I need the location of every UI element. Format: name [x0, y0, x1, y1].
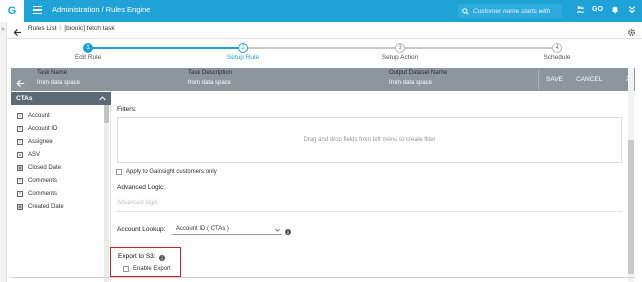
field-label: Assignee	[28, 139, 53, 145]
search-placeholder: Customer name starts with	[473, 7, 551, 15]
dropzone-text: Drag and drop fields from left menu to c…	[303, 137, 436, 143]
step-1-dot[interactable]: 1	[83, 43, 93, 53]
field-label: Comments	[28, 178, 58, 184]
field-panel-header[interactable]: CTAs	[11, 92, 111, 105]
task-header-divider	[538, 70, 539, 90]
field-panel	[11, 92, 111, 282]
app-root: G Administration / Rules Engine Customer…	[0, 0, 642, 282]
step-4-label[interactable]: Schedule	[543, 54, 570, 61]
field-label: Account ID	[28, 126, 58, 132]
field-panel-title: CTAs	[16, 95, 33, 102]
gainsight-logo[interactable]: G	[0, 0, 24, 22]
step-2-label[interactable]: Setup Rule	[227, 54, 259, 61]
stepper-line-done	[88, 47, 243, 49]
highlight-box	[110, 247, 181, 277]
task-header-bar	[11, 68, 635, 91]
task-description-header: Task Description	[188, 70, 233, 76]
field-panel-scroll-thumb[interactable]	[104, 105, 109, 123]
apply-gainsight-label: Apply to Gainsight customers only	[126, 169, 217, 175]
field-item[interactable]: T Account	[17, 113, 50, 119]
field-item[interactable]: # ASV	[17, 152, 40, 158]
advanced-logic-input[interactable]: Advanced logic	[117, 200, 158, 206]
number-field-icon: #	[17, 152, 23, 158]
task-name-value[interactable]: from data space	[37, 80, 80, 86]
field-item[interactable]: T Comments	[17, 178, 57, 184]
calendar-icon: ▦	[17, 204, 23, 210]
account-lookup-value: Account ID ( CTAs )	[176, 226, 229, 232]
step-2-dot[interactable]: 2	[238, 43, 248, 53]
task-back-arrow-icon[interactable]	[16, 75, 25, 93]
breadcrumb: Rules List / [bionic] fetch task	[28, 25, 115, 32]
cancel-button[interactable]: CANCEL	[576, 76, 602, 83]
expand-chevron-icon[interactable]: »	[1, 26, 5, 33]
task-name-header: Task Name	[37, 70, 68, 76]
apply-gainsight-checkbox[interactable]	[116, 169, 122, 175]
chevron-up-icon[interactable]	[99, 96, 106, 101]
advanced-logic-underline	[117, 211, 622, 212]
text-field-icon: T	[17, 113, 23, 119]
text-field-icon: T	[17, 191, 23, 197]
field-label: Created Date	[28, 204, 64, 210]
task-description-value[interactable]: from data space	[188, 80, 231, 86]
field-label: Closed Date	[28, 165, 62, 171]
advanced-logic-label: Advanced Logic:	[117, 184, 166, 191]
field-label: Account	[28, 113, 50, 119]
step-1-label[interactable]: Edit Rule	[75, 54, 101, 61]
field-item[interactable]: T Comments	[17, 191, 57, 197]
step-3-dot[interactable]: 3	[395, 43, 405, 53]
double-chevron-down-icon[interactable]	[628, 5, 636, 16]
save-button[interactable]: SAVE	[546, 76, 563, 83]
step-4-dot[interactable]: 4	[552, 43, 562, 53]
text-field-icon: T	[17, 178, 23, 184]
output-dataset-header: Output Dataset Name	[389, 70, 448, 76]
field-panel-scrollbar[interactable]	[104, 105, 109, 282]
go-button[interactable]: GO	[592, 6, 603, 13]
hamburger-menu-icon[interactable]	[33, 6, 42, 15]
account-lookup-select[interactable]: Account ID ( CTAs )	[172, 224, 282, 235]
customer-search-input[interactable]: Customer name starts with	[458, 4, 562, 18]
breadcrumb-separator: /	[59, 25, 62, 32]
step-3-label[interactable]: Setup Action	[382, 54, 419, 61]
bottom-divider	[11, 277, 635, 278]
search-icon	[462, 7, 469, 15]
people-icon[interactable]	[576, 5, 585, 16]
field-item[interactable]: ▦ Closed Date	[17, 165, 61, 171]
filters-label: Filters:	[117, 106, 137, 113]
field-item[interactable]: T Account ID	[17, 126, 57, 132]
field-label: ASV	[28, 152, 41, 158]
bell-icon[interactable]	[611, 5, 619, 16]
left-collapse-strip[interactable]	[0, 22, 7, 282]
main-scroll-thumb[interactable]	[628, 140, 634, 274]
chevron-down-icon	[275, 228, 280, 232]
account-lookup-label: Account Lookup:	[117, 226, 166, 233]
filter-dropzone[interactable]: Drag and drop fields from left menu to c…	[117, 117, 622, 163]
field-label: Comments	[28, 191, 58, 197]
output-dataset-value[interactable]: from data space	[389, 80, 432, 86]
breadcrumb-current: [bionic] fetch task	[64, 25, 115, 32]
back-arrow-icon[interactable]	[13, 24, 22, 42]
account-lookup-info-icon[interactable]: i	[285, 229, 291, 235]
gear-icon[interactable]	[627, 24, 636, 42]
text-field-icon: T	[17, 126, 23, 132]
breadcrumb-root-link[interactable]: Rules List	[28, 25, 57, 32]
calendar-icon: ▦	[17, 165, 23, 171]
text-field-icon: T	[17, 139, 23, 145]
field-item[interactable]: T Assignee	[17, 139, 53, 145]
app-title: Administration / Rules Engine	[52, 5, 151, 14]
field-item[interactable]: ▦ Created Date	[17, 204, 64, 210]
